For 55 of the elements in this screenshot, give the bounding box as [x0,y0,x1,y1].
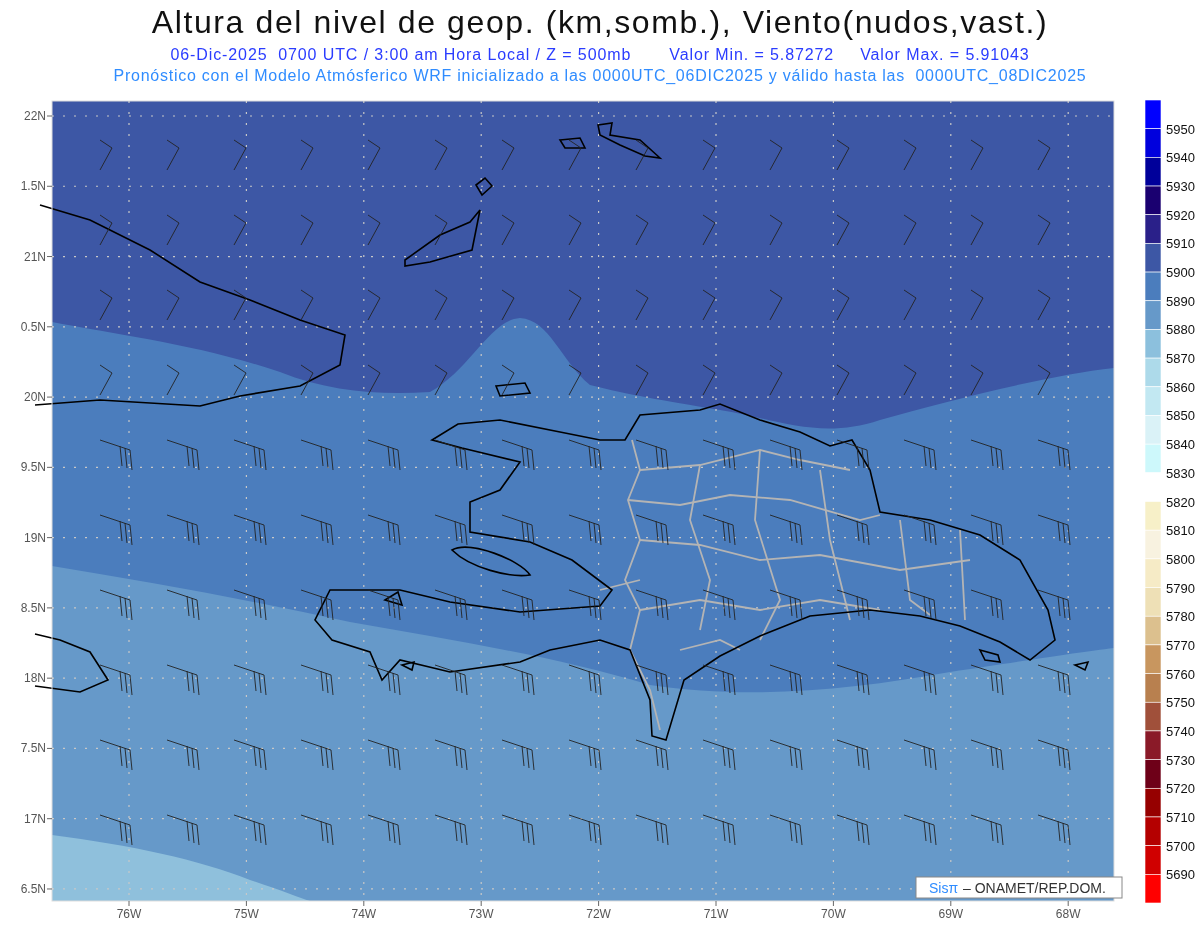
colorbar-label: 5830 [1166,465,1195,481]
colorbar-label: 5880 [1166,322,1195,338]
latitude-label: 21N [24,249,46,264]
longitude-label: 73W [468,907,494,921]
latitude-label: 8.5N [20,600,46,615]
latitude-label: 18N [24,671,46,686]
colorbar-label: 5870 [1166,351,1195,367]
longitude-label: 74W [351,907,377,921]
longitude-label: 69W [938,907,964,921]
longitude-label: 72W [586,907,611,921]
colorbar-label: 5920 [1166,207,1195,223]
colorbar-label: 5760 [1166,666,1195,682]
latitude-label: 20N [24,390,46,405]
brand-label: Sisπ [929,880,959,896]
colorbar-label: 5910 [1166,236,1195,252]
credit-label: – ONAMET/REP.DOM. [963,880,1106,896]
longitude-label: 75W [234,907,259,921]
colorbar-label: 5820 [1166,494,1195,510]
latitude-label: 17N [24,811,46,826]
colorbar-label: 5860 [1166,379,1195,395]
latitude-label: 0.5N [20,319,46,334]
colorbar-label: 5940 [1166,150,1195,166]
colorbar-label: 5690 [1166,867,1195,883]
latitude-label: 22N [24,109,46,123]
chart-title: Altura del nivel de geop. (km,somb.), Viento(nudos,vast.) [151,4,1049,40]
latitude-label: 19N [24,530,46,545]
colorbar-label: 5890 [1166,293,1195,309]
colorbar-label: 5730 [1166,752,1195,768]
longitude-label: 71W [703,907,729,921]
longitude-label: 70W [821,907,846,921]
colorbar-label: 5700 [1166,838,1195,854]
colorbar-label: 5740 [1166,723,1195,739]
min-value: Valor Min. = 5.87272 [669,45,835,65]
latitude-label: 1.5N [20,179,46,194]
colorbar-label: 5950 [1166,121,1195,137]
longitude-label: 76W [116,907,142,921]
colorbar-label: 5770 [1166,637,1195,653]
colorbar-label: 5850 [1166,408,1195,424]
colorbar-label: 5780 [1166,609,1195,625]
colorbar-label: 5790 [1166,580,1195,596]
colorbar-label: 5900 [1166,265,1195,281]
forecast-description: Pronóstico con el Modelo Atmósferico WRF inicializado a las 0000UTC_06DIC2025 y válido hasta las 0000UTC_08DIC2025 [113,66,1087,86]
colorbar-label: 5710 [1166,809,1195,825]
colorbar-label: 5720 [1166,781,1195,797]
latitude-label: 9.5N [20,460,46,475]
latitude-label: 7.5N [20,741,46,756]
colorbar-label: 5800 [1166,551,1195,567]
latitude-label: 6.5N [20,881,46,896]
max-value: Valor Max. = 5.91043 [860,45,1030,65]
longitude-label: 68W [1055,907,1081,921]
colorbar-label: 5930 [1166,179,1195,195]
colorbar-label: 5810 [1166,523,1195,539]
forecast-datetime: 06-Dic-2025 0700 UTC / 3:00 am Hora Local / Z = 500mb [170,45,632,65]
colorbar-label: 5750 [1166,695,1195,711]
colorbar-label: 5840 [1166,437,1195,453]
